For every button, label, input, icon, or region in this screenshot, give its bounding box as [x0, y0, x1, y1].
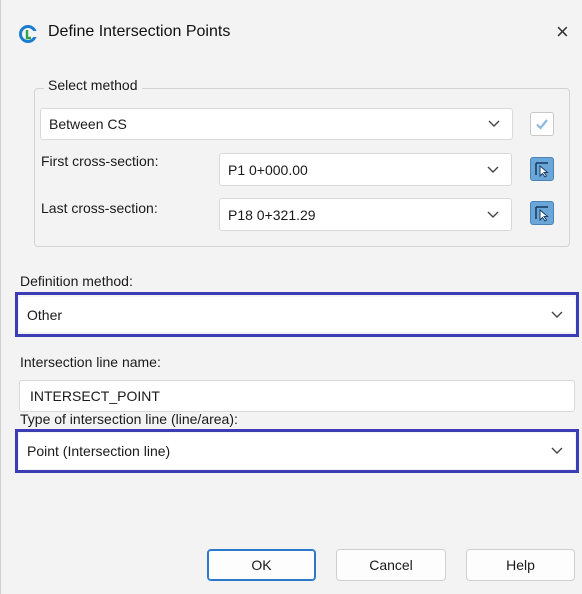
pick-last-cross-section-button[interactable]: [530, 201, 554, 225]
cursor-pick-icon: [535, 162, 549, 178]
definition-method-label: Definition method:: [20, 273, 133, 289]
window-title: Define Intersection Points: [48, 23, 231, 40]
first-cross-section-select[interactable]: P1 0+000.00: [219, 153, 512, 186]
cancel-button[interactable]: Cancel: [336, 549, 446, 581]
intersection-line-name-value: INTERSECT_POINT: [30, 388, 160, 404]
method-select-value: Between CS: [49, 116, 127, 132]
intersection-line-type-label: Type of intersection line (line/area):: [20, 411, 238, 427]
intersection-line-name-label: Intersection line name:: [20, 354, 161, 370]
chevron-down-icon: [487, 211, 499, 218]
apply-check-button[interactable]: [530, 112, 554, 136]
intersection-line-type-select[interactable]: Point (Intersection line): [19, 433, 575, 469]
ok-button[interactable]: OK: [207, 549, 316, 581]
close-icon[interactable]: ×: [556, 20, 569, 44]
checkmark-icon: [536, 119, 548, 130]
window-left-border: [0, 0, 1, 594]
chevron-down-icon: [551, 311, 563, 318]
first-cross-section-value: P1 0+000.00: [228, 161, 308, 178]
intersection-line-name-input[interactable]: INTERSECT_POINT: [19, 380, 575, 412]
title-bar: Define Intersection Points ×: [0, 0, 582, 64]
intersection-line-type-value: Point (Intersection line): [27, 443, 171, 459]
select-method-legend: Select method: [44, 77, 142, 93]
cursor-pick-icon: [535, 206, 549, 222]
app-logo-icon: [19, 25, 38, 43]
last-cross-section-select[interactable]: P18 0+321.29: [219, 198, 512, 231]
method-select[interactable]: Between CS: [40, 108, 513, 140]
chevron-down-icon: [487, 166, 499, 173]
definition-method-select[interactable]: Other: [19, 297, 575, 332]
first-cross-section-label: First cross-section:: [41, 153, 159, 169]
help-button[interactable]: Help: [466, 549, 575, 581]
chevron-down-icon: [551, 447, 563, 454]
definition-method-value: Other: [27, 306, 63, 323]
last-cross-section-label: Last cross-section:: [41, 200, 158, 216]
pick-first-cross-section-button[interactable]: [530, 157, 554, 181]
chevron-down-icon: [488, 120, 500, 127]
last-cross-section-value: P18 0+321.29: [228, 206, 316, 223]
